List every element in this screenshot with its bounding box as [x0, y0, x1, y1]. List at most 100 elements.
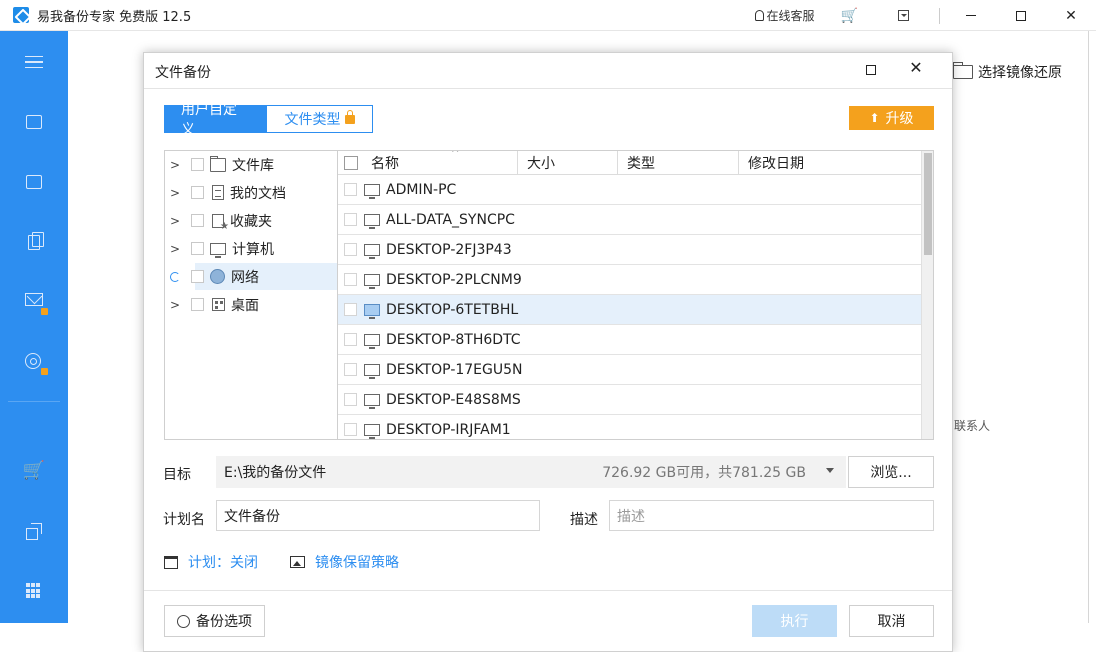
column-name-label: 名称 [371, 156, 399, 172]
chevron-right-icon[interactable]: > [170, 242, 184, 256]
hamburger-icon [25, 56, 43, 68]
file-row[interactable]: DESKTOP-8TH6DTC [338, 325, 921, 355]
checkbox[interactable] [191, 158, 204, 171]
computer-icon [364, 423, 380, 439]
file-row-selected[interactable]: DESKTOP-6TETBHL [338, 295, 921, 325]
checkbox[interactable] [191, 270, 204, 283]
nav-file-backup[interactable] [0, 225, 68, 259]
maximize-button[interactable] [996, 0, 1046, 31]
computer-icon [210, 242, 226, 258]
file-row[interactable]: DESKTOP-IRJFAM1 [338, 415, 921, 439]
image-retention-link[interactable]: 镜像保留策略 [290, 552, 399, 572]
tab-file-type[interactable]: 文件类型 [267, 105, 373, 133]
cart-icon: 🛒 [22, 460, 46, 481]
backup-options-button[interactable]: 备份选项 [164, 605, 265, 637]
column-size[interactable]: 大小 [517, 151, 617, 175]
chevron-right-icon[interactable]: > [170, 158, 184, 172]
description-input[interactable]: 描述 [609, 500, 934, 531]
file-row[interactable]: ADMIN-PC [338, 175, 921, 205]
checkbox[interactable] [344, 423, 357, 436]
tree-item-desktop[interactable]: > 桌面 [165, 291, 337, 318]
nav-disk-backup[interactable] [0, 105, 68, 139]
checkbox[interactable] [344, 333, 357, 346]
checkbox[interactable] [344, 183, 357, 196]
dialog-close-button[interactable]: ✕ [906, 58, 926, 77]
nav-system-backup[interactable] [0, 165, 68, 199]
checkbox[interactable] [344, 363, 357, 376]
target-free-space: 726.92 GB可用，共781.25 GB [602, 465, 806, 481]
nav-smart-backup[interactable] [0, 345, 68, 379]
schedule-link[interactable]: 计划：关闭 [164, 552, 258, 572]
favorites-icon [212, 213, 229, 232]
file-list-scrollbar[interactable] [921, 151, 933, 439]
checkbox[interactable] [191, 298, 204, 311]
chevron-right-icon[interactable]: > [170, 214, 184, 228]
dialog-maximize-button[interactable] [866, 65, 876, 75]
chevron-right-icon[interactable]: > [170, 186, 184, 200]
select-all-checkbox[interactable] [344, 156, 358, 170]
checkbox[interactable] [344, 213, 357, 226]
column-modified-label: 修改日期 [748, 156, 804, 172]
file-row[interactable]: DESKTOP-E48S8MS [338, 385, 921, 415]
plan-name-input[interactable]: 文件备份 [216, 500, 540, 531]
upgrade-button[interactable]: ⬆ 升级 [849, 106, 934, 130]
browse-label: 浏览... [870, 465, 912, 481]
column-type[interactable]: 类型 [617, 151, 738, 175]
run-label: 执行 [780, 614, 809, 630]
column-type-label: 类型 [627, 156, 655, 172]
folder-icon [953, 62, 973, 79]
close-icon: ✕ [909, 58, 923, 77]
checkbox[interactable] [344, 393, 357, 406]
file-row[interactable]: ALL-DATA_SYNCPC [338, 205, 921, 235]
file-row[interactable]: DESKTOP-2FJ3P43 [338, 235, 921, 265]
minimize-icon [966, 15, 976, 16]
checkbox[interactable] [191, 186, 204, 199]
column-name[interactable]: 名称 ^ [362, 151, 517, 175]
online-support-link[interactable]: 在线客服 [754, 7, 815, 24]
computer-icon [364, 303, 380, 319]
tree-item-label: 文件库 [232, 157, 274, 174]
tree-item-network[interactable]: 网络 [165, 263, 337, 290]
folder-icon [210, 155, 226, 172]
tree-item-my-documents[interactable]: > 我的文档 [165, 179, 337, 206]
nav-store[interactable]: 🛒 [0, 454, 68, 488]
minimize-button[interactable] [946, 0, 996, 31]
run-button[interactable]: 执行 [752, 605, 837, 637]
dropdown-menu-icon[interactable] [898, 10, 909, 21]
tab-custom[interactable]: 用户自定义 [164, 102, 267, 138]
checkbox[interactable] [344, 273, 357, 286]
nav-clone[interactable] [0, 514, 68, 548]
restore-from-image-link[interactable]: 选择镜像还原 [953, 62, 1062, 82]
checkbox[interactable] [191, 242, 204, 255]
browse-button[interactable]: 浏览... [848, 456, 934, 488]
close-button[interactable]: ✕ [1046, 0, 1096, 31]
app-logo-icon [13, 7, 29, 23]
chevron-down-icon[interactable] [826, 468, 834, 473]
tree-item-library[interactable]: > 文件库 [165, 151, 337, 178]
scrollbar-thumb[interactable] [924, 153, 932, 255]
checkbox[interactable] [344, 243, 357, 256]
nav-tools[interactable] [0, 574, 68, 608]
checkbox[interactable] [344, 303, 357, 316]
dialog-title: 文件备份 [155, 65, 211, 81]
tree-item-favorites[interactable]: > 收藏夹 [165, 207, 337, 234]
tree-item-computer[interactable]: > 计算机 [165, 235, 337, 262]
column-modified[interactable]: 修改日期 [738, 151, 921, 175]
file-row[interactable]: DESKTOP-17EGU5N [338, 355, 921, 385]
chevron-right-icon[interactable]: > [170, 298, 184, 312]
target-path-field[interactable]: E:\我的备份文件 726.92 GB可用，共781.25 GB [216, 456, 846, 488]
file-row-name: ADMIN-PC [386, 181, 457, 198]
nav-mail-backup[interactable] [0, 285, 68, 319]
menu-button[interactable] [0, 45, 68, 79]
upgrade-label: 升级 [885, 111, 914, 127]
mail-backup-icon [25, 293, 43, 306]
file-row[interactable]: DESKTOP-2PLCNM9 [338, 265, 921, 295]
cart-icon[interactable]: 🛒 [841, 8, 858, 24]
description-label: 描述 [570, 512, 598, 528]
tree-item-label: 收藏夹 [230, 213, 272, 230]
arrow-up-icon: ⬆ [869, 111, 880, 125]
checkbox[interactable] [191, 214, 204, 227]
retention-label: 镜像保留策略 [315, 555, 399, 571]
maximize-icon [1016, 10, 1026, 21]
cancel-button[interactable]: 取消 [849, 605, 934, 637]
